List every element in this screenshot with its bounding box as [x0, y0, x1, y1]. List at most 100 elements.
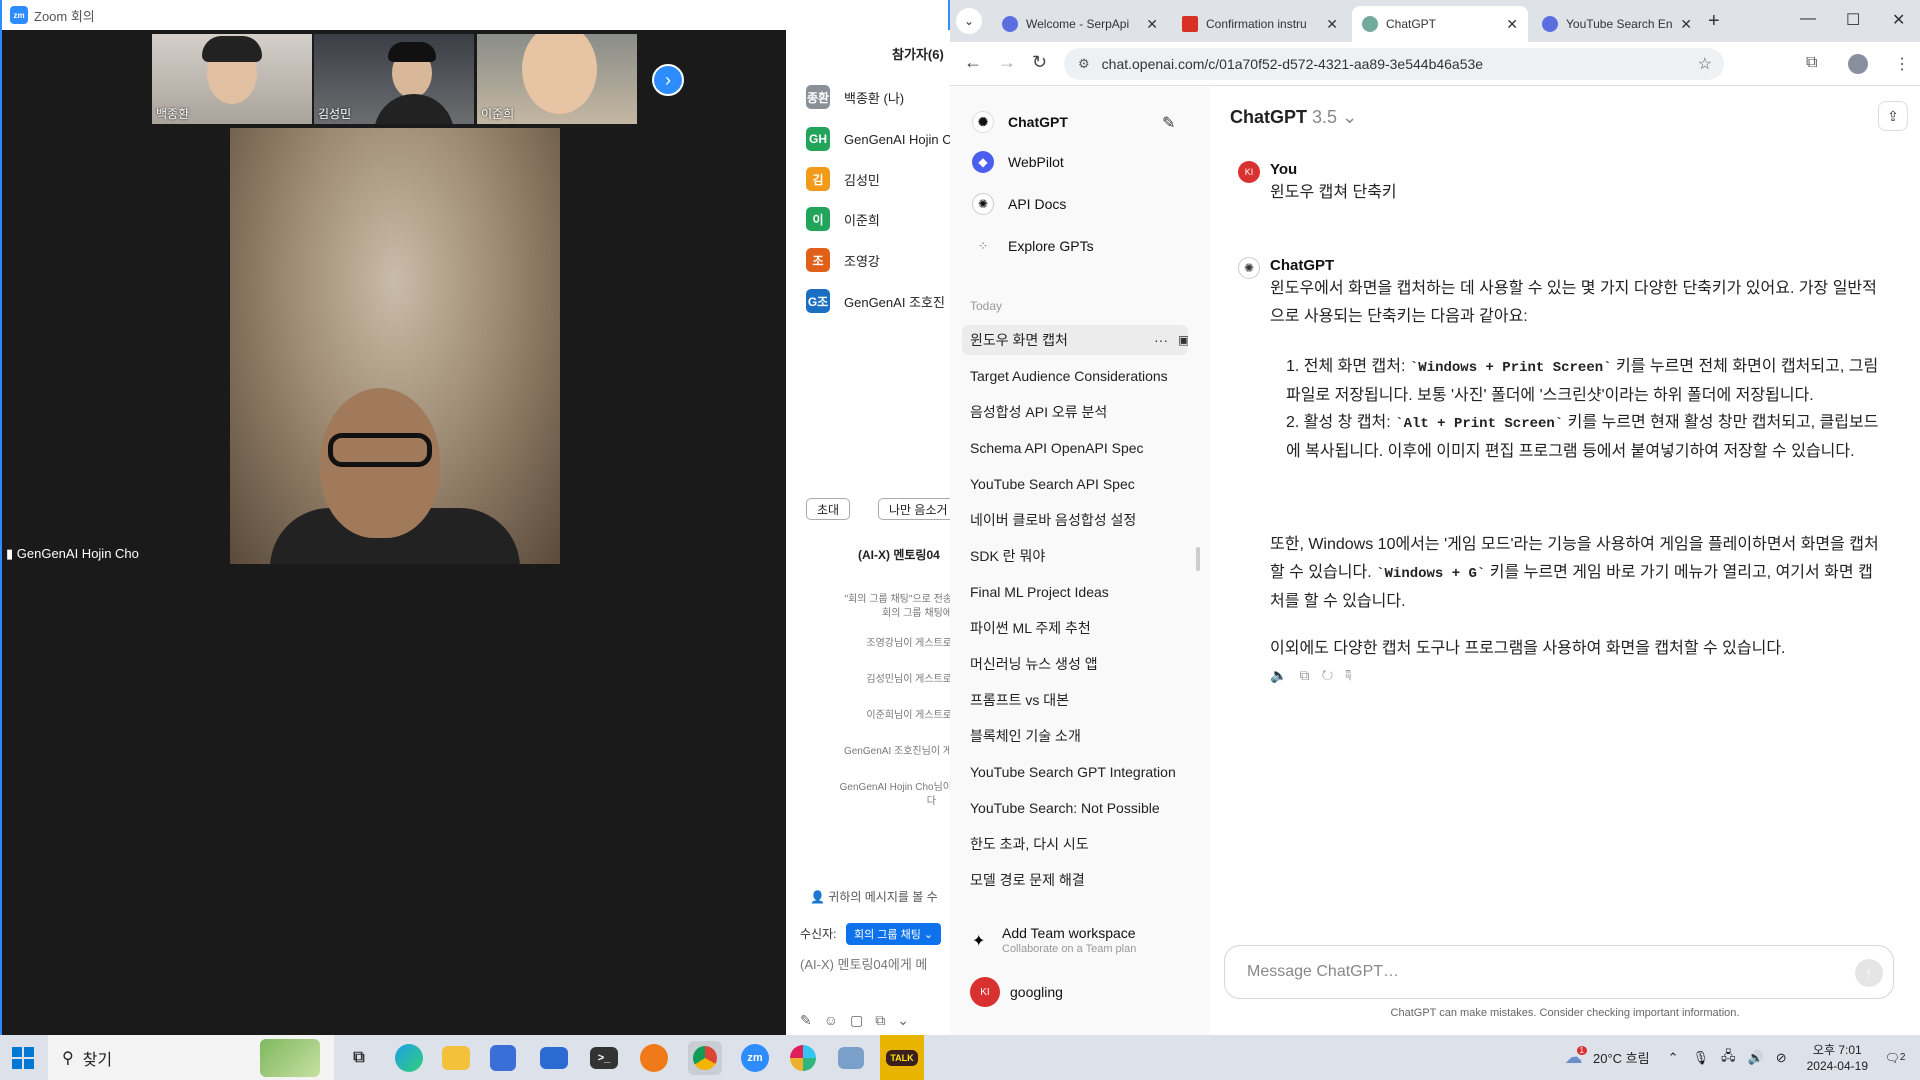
- history-label: 머신러닝 뉴스 생성 앱: [970, 656, 1098, 672]
- sidebar-chatgpt[interactable]: ✺ ChatGPT: [972, 107, 1068, 137]
- recipient-dropdown[interactable]: 회의 그룹 채팅 ⌄: [846, 923, 942, 945]
- more-chevron-icon[interactable]: ⌄: [897, 1012, 921, 1028]
- copy-icon[interactable]: ⧉: [1299, 667, 1321, 683]
- new-chat-pencil-icon[interactable]: ✎: [1162, 113, 1175, 133]
- emoji-icon[interactable]: ☺: [824, 1012, 850, 1028]
- extensions-puzzle-icon[interactable]: ⧉: [1806, 54, 1817, 72]
- next-page-arrow-icon[interactable]: ›: [652, 64, 684, 96]
- clock[interactable]: 오후 7:01 2024-04-19: [1807, 1042, 1868, 1074]
- participant-item[interactable]: 김 김성민: [806, 166, 880, 192]
- url-bar[interactable]: ⚙ chat.openai.com/c/01a70f52-d572-4321-a…: [1064, 48, 1724, 80]
- taskbar-search[interactable]: ⚲ 찾기: [48, 1035, 334, 1080]
- regenerate-icon[interactable]: ↻: [1321, 667, 1345, 683]
- close-icon[interactable]: ✕: [1146, 16, 1158, 33]
- history-item-active[interactable]: 윈도우 화면 캡처 ··· ▣: [962, 325, 1188, 355]
- microphone-icon[interactable]: 🎙: [1693, 1050, 1710, 1066]
- participant-item[interactable]: GH GenGenAI Hojin C: [806, 126, 952, 152]
- participant-thumbnail[interactable]: 백종환: [152, 34, 312, 124]
- history-item[interactable]: 머신러닝 뉴스 생성 앱: [962, 649, 1188, 679]
- tab-serpapi[interactable]: Welcome - SerpApi ✕: [992, 6, 1168, 42]
- model-selector[interactable]: ChatGPT 3.5 ⌄: [1230, 107, 1357, 128]
- bookmark-star-icon[interactable]: ☆: [1698, 54, 1712, 74]
- sparkle-plus-icon: ✦: [972, 933, 986, 950]
- slack-icon[interactable]: [790, 1045, 816, 1071]
- history-item[interactable]: Final ML Project Ideas: [962, 577, 1188, 607]
- sidebar-api-docs[interactable]: ✺ API Docs: [972, 189, 1066, 219]
- edge-icon[interactable]: [395, 1044, 423, 1072]
- file-icon[interactable]: ▢: [850, 1012, 875, 1028]
- network-icon[interactable]: 🖧: [1721, 1047, 1736, 1069]
- invite-button[interactable]: 초대: [806, 498, 851, 520]
- history-item[interactable]: 네이버 클로바 음성합성 설정: [962, 505, 1188, 535]
- site-info-icon[interactable]: ⚙: [1078, 56, 1090, 72]
- history-item[interactable]: 블록체인 기술 소개: [962, 721, 1188, 751]
- sidebar-webpilot[interactable]: ◆ WebPilot: [972, 147, 1064, 177]
- participant-item[interactable]: 조 조영강: [806, 247, 880, 273]
- archive-icon[interactable]: ▣: [1178, 333, 1188, 347]
- app-blue-icon[interactable]: [838, 1047, 864, 1069]
- history-item[interactable]: YouTube Search GPT Integration: [962, 757, 1188, 787]
- close-icon[interactable]: ✕: [1326, 16, 1338, 33]
- thumbs-down-icon[interactable]: ☟: [1345, 667, 1363, 683]
- participant-item[interactable]: 이 이준희: [806, 206, 880, 232]
- zoom-chat-input[interactable]: (AI-X) 멘토링04에게 메: [800, 954, 927, 973]
- participant-thumbnail[interactable]: 이준희: [477, 34, 637, 124]
- share-icon[interactable]: ⇪: [1878, 101, 1908, 131]
- maximize-icon[interactable]: ☐: [1846, 10, 1860, 30]
- user-account-row[interactable]: KI googling: [970, 977, 1063, 1007]
- blocked-icon[interactable]: ⊘: [1776, 1050, 1787, 1066]
- format-icon[interactable]: ✎: [800, 1012, 824, 1028]
- participant-item[interactable]: G조 GenGenAI 조호진: [806, 288, 945, 314]
- tab-chatgpt[interactable]: ChatGPT ✕: [1352, 6, 1528, 42]
- minimize-icon[interactable]: —: [1800, 10, 1816, 28]
- chrome-icon[interactable]: [688, 1041, 722, 1075]
- mail-icon[interactable]: [540, 1047, 568, 1069]
- participant-item[interactable]: 종환 백종환 (나): [806, 84, 904, 110]
- history-item[interactable]: 프롬프트 vs 대본: [962, 685, 1188, 715]
- sidebar-explore-gpts[interactable]: ⁘ Explore GPTs: [972, 231, 1094, 261]
- history-item[interactable]: YouTube Search: Not Possible: [962, 793, 1188, 823]
- back-arrow-icon[interactable]: ←: [964, 52, 982, 73]
- history-item[interactable]: 한도 초과, 다시 시도: [962, 829, 1188, 859]
- file-explorer-icon[interactable]: [442, 1046, 470, 1070]
- close-icon[interactable]: ✕: [1680, 16, 1692, 33]
- new-tab-plus-icon[interactable]: +: [1708, 10, 1720, 33]
- history-item[interactable]: 음성합성 API 오류 분석: [962, 397, 1188, 427]
- task-view-icon[interactable]: ⧉: [342, 1041, 376, 1075]
- terminal-icon[interactable]: >_: [590, 1047, 618, 1069]
- chevron-up-icon[interactable]: ⌃: [1668, 1050, 1679, 1066]
- tab-gmail[interactable]: Confirmation instru ✕: [1172, 6, 1348, 42]
- mute-me-button[interactable]: 나만 음소거: [878, 498, 952, 520]
- history-item[interactable]: 파이썬 ML 주제 추천: [962, 613, 1188, 643]
- kakaotalk-icon[interactable]: TALK: [880, 1035, 924, 1080]
- history-item[interactable]: Target Audience Considerations: [962, 361, 1188, 391]
- history-item[interactable]: YouTube Search API Spec: [962, 469, 1188, 499]
- forward-arrow-icon[interactable]: →: [998, 52, 1016, 73]
- weather-text[interactable]: 20°C 흐림: [1593, 1048, 1650, 1067]
- close-icon[interactable]: ✕: [1506, 16, 1518, 33]
- history-item[interactable]: SDK 란 뭐야: [962, 541, 1188, 571]
- store-icon[interactable]: [490, 1045, 516, 1071]
- tab-search-chevron-icon[interactable]: ⌄: [956, 8, 982, 34]
- kebab-menu-icon[interactable]: ⋮: [1894, 54, 1910, 74]
- notifications-icon[interactable]: 🗨 2: [1882, 1045, 1908, 1071]
- tab-youtube-search[interactable]: YouTube Search En ✕: [1532, 6, 1702, 42]
- app-orange-icon[interactable]: [640, 1044, 668, 1072]
- history-item[interactable]: Schema API OpenAPI Spec: [962, 433, 1188, 463]
- volume-icon[interactable]: 🔊: [1748, 1050, 1764, 1066]
- sidebar-toggle-handle[interactable]: [1196, 547, 1200, 571]
- zoom-icon[interactable]: zm: [741, 1044, 769, 1072]
- read-aloud-icon[interactable]: 🔈: [1270, 667, 1299, 683]
- answer-code: `Alt + Print Screen`: [1395, 416, 1564, 432]
- participant-thumbnail[interactable]: 김성민: [314, 34, 474, 124]
- windows-start-icon[interactable]: [12, 1047, 34, 1069]
- message-input[interactable]: Message ChatGPT… ↑: [1224, 945, 1894, 999]
- screenshot-icon[interactable]: ⧉: [875, 1012, 897, 1028]
- send-arrow-icon[interactable]: ↑: [1855, 959, 1883, 987]
- add-team-workspace[interactable]: ✦ Add Team workspace Collaborate on a Te…: [972, 923, 1192, 963]
- window-close-icon[interactable]: ✕: [1892, 10, 1905, 30]
- reload-icon[interactable]: ↻: [1032, 52, 1047, 73]
- history-item[interactable]: 모델 경로 문제 해결: [962, 865, 1188, 895]
- more-dots-icon[interactable]: ···: [1154, 332, 1168, 348]
- profile-avatar[interactable]: [1848, 54, 1868, 74]
